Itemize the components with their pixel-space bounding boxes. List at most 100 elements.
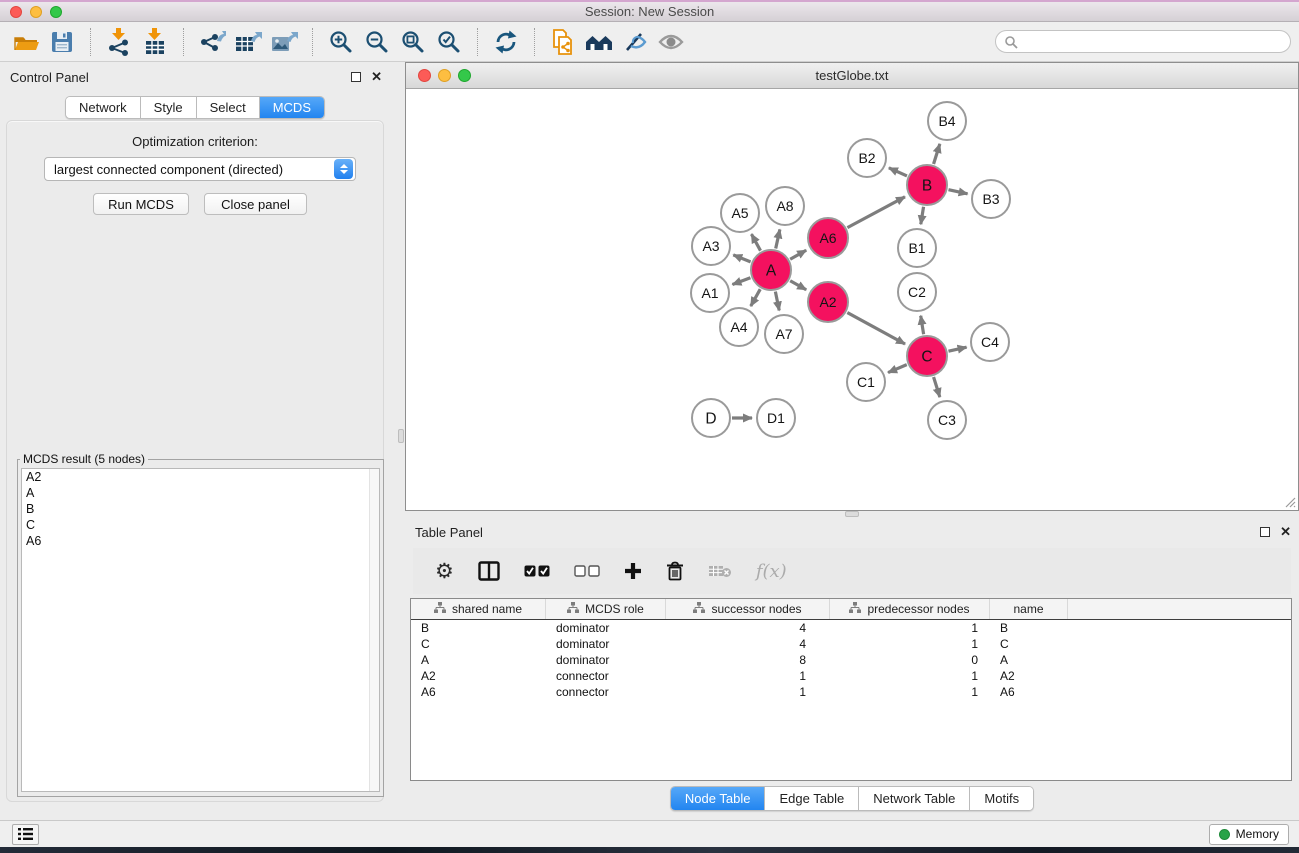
mcds-result-item[interactable]: A2	[22, 469, 379, 485]
tab-edge-table[interactable]: Edge Table	[765, 787, 859, 810]
cell-name[interactable]: A2	[990, 668, 1068, 684]
import-network-icon[interactable]	[101, 26, 137, 58]
cell-predecessor-nodes[interactable]: 1	[830, 668, 990, 684]
cell-name[interactable]: A	[990, 652, 1068, 668]
tab-node-table[interactable]: Node Table	[671, 787, 766, 810]
network-window-titlebar[interactable]: testGlobe.txt	[406, 63, 1298, 89]
column-header-shared-name[interactable]: shared name	[411, 599, 546, 619]
cell-shared-name[interactable]: B	[411, 620, 546, 636]
graph-edge-A-A2[interactable]	[790, 281, 806, 290]
window-resize-grip[interactable]	[1284, 496, 1296, 508]
column-header-predecessor-nodes[interactable]: predecessor nodes	[830, 599, 990, 619]
graph-edge-A-A3[interactable]	[733, 255, 750, 262]
add-column-icon[interactable]	[624, 562, 642, 580]
cell-successor-nodes[interactable]: 1	[666, 684, 830, 700]
deselect-all-icon[interactable]	[574, 565, 600, 577]
zoom-fit-icon[interactable]	[395, 26, 431, 58]
graph-node-A8[interactable]: A8	[766, 187, 804, 225]
save-session-icon[interactable]	[44, 26, 80, 58]
graph-edge-B-B3[interactable]	[948, 190, 967, 194]
tab-select[interactable]: Select	[197, 97, 260, 118]
zoom-in-icon[interactable]	[323, 26, 359, 58]
vertical-split-grip[interactable]	[398, 429, 404, 443]
close-panel-icon[interactable]: ✕	[371, 72, 382, 82]
cell-MCDS-role[interactable]: connector	[546, 668, 666, 684]
first-neighbors-icon[interactable]	[581, 26, 617, 58]
search-field[interactable]	[995, 30, 1291, 53]
hide-selected-icon[interactable]	[617, 26, 653, 58]
graph-node-D1[interactable]: D1	[757, 399, 795, 437]
graph-node-A[interactable]: A	[751, 250, 791, 290]
cell-MCDS-role[interactable]: dominator	[546, 652, 666, 668]
graph-edge-B-B1[interactable]	[921, 207, 924, 225]
graph-edge-A-A1[interactable]	[732, 278, 750, 285]
cell-predecessor-nodes[interactable]: 1	[830, 684, 990, 700]
graph-edge-B-B2[interactable]	[889, 168, 907, 176]
result-list-scrollbar[interactable]	[369, 469, 379, 791]
graph-edge-C-C2[interactable]	[921, 316, 924, 335]
tab-network-table[interactable]: Network Table	[859, 787, 970, 810]
mcds-result-item[interactable]: B	[22, 501, 379, 517]
graph-node-B4[interactable]: B4	[928, 102, 966, 140]
tab-motifs[interactable]: Motifs	[970, 787, 1033, 810]
close-panel-button[interactable]: Close panel	[204, 193, 307, 215]
cell-predecessor-nodes[interactable]: 1	[830, 620, 990, 636]
column-header-name[interactable]: name	[990, 599, 1068, 619]
column-header-MCDS-role[interactable]: MCDS role	[546, 599, 666, 619]
function-builder-icon[interactable]: f(x)	[756, 561, 787, 582]
cell-shared-name[interactable]: A	[411, 652, 546, 668]
column-header-successor-nodes[interactable]: successor nodes	[666, 599, 830, 619]
cell-predecessor-nodes[interactable]: 1	[830, 636, 990, 652]
table-row[interactable]: Cdominator41C	[411, 636, 1291, 652]
graph-edge-A-A8[interactable]	[776, 229, 780, 248]
cell-successor-nodes[interactable]: 4	[666, 620, 830, 636]
graph-node-B2[interactable]: B2	[848, 139, 886, 177]
graph-edge-C-C1[interactable]	[888, 365, 907, 373]
graph-node-B1[interactable]: B1	[898, 229, 936, 267]
graph-node-B[interactable]: B	[907, 165, 947, 205]
table-settings-icon[interactable]: ⚙	[435, 561, 454, 582]
mcds-result-item[interactable]: A	[22, 485, 379, 501]
graph-node-A5[interactable]: A5	[721, 194, 759, 232]
table-row[interactable]: A6connector11A6	[411, 684, 1291, 700]
export-table-icon[interactable]	[230, 26, 266, 58]
graph-edge-B-B4[interactable]	[934, 144, 940, 164]
tab-network[interactable]: Network	[66, 97, 141, 118]
cell-shared-name[interactable]: A2	[411, 668, 546, 684]
zoom-out-icon[interactable]	[359, 26, 395, 58]
cell-name[interactable]: A6	[990, 684, 1068, 700]
mcds-result-item[interactable]: C	[22, 517, 379, 533]
tab-style[interactable]: Style	[141, 97, 197, 118]
select-all-icon[interactable]	[524, 565, 550, 577]
cell-name[interactable]: B	[990, 620, 1068, 636]
export-network-icon[interactable]	[194, 26, 230, 58]
column-view-icon[interactable]	[478, 561, 500, 581]
import-table-icon[interactable]	[137, 26, 173, 58]
cell-successor-nodes[interactable]: 8	[666, 652, 830, 668]
graph-node-A7[interactable]: A7	[765, 315, 803, 353]
cell-shared-name[interactable]: C	[411, 636, 546, 652]
cell-predecessor-nodes[interactable]: 0	[830, 652, 990, 668]
graph-node-C2[interactable]: C2	[898, 273, 936, 311]
table-row[interactable]: Adominator80A	[411, 652, 1291, 668]
graph-edge-A6-B[interactable]	[847, 197, 905, 228]
graph-edge-C-C4[interactable]	[948, 347, 966, 351]
cell-MCDS-role[interactable]: dominator	[546, 620, 666, 636]
delete-column-icon[interactable]	[666, 561, 684, 581]
run-mcds-button[interactable]: Run MCDS	[93, 193, 189, 215]
graph-node-B3[interactable]: B3	[972, 180, 1010, 218]
graph-edge-A2-C[interactable]	[847, 313, 905, 344]
cell-shared-name[interactable]: A6	[411, 684, 546, 700]
cell-MCDS-role[interactable]: connector	[546, 684, 666, 700]
mcds-result-item[interactable]: A6	[22, 533, 379, 549]
graph-edge-A-A6[interactable]	[790, 250, 806, 259]
table-row[interactable]: Bdominator41B	[411, 620, 1291, 636]
graph-node-A1[interactable]: A1	[691, 274, 729, 312]
search-input[interactable]	[1018, 35, 1282, 49]
graph-node-C[interactable]: C	[907, 336, 947, 376]
float-panel-icon[interactable]	[351, 72, 361, 82]
cell-name[interactable]: C	[990, 636, 1068, 652]
close-table-panel-icon[interactable]: ✕	[1280, 527, 1291, 537]
graph-node-D[interactable]: D	[692, 399, 730, 437]
graph-edge-A-A4[interactable]	[751, 289, 760, 306]
